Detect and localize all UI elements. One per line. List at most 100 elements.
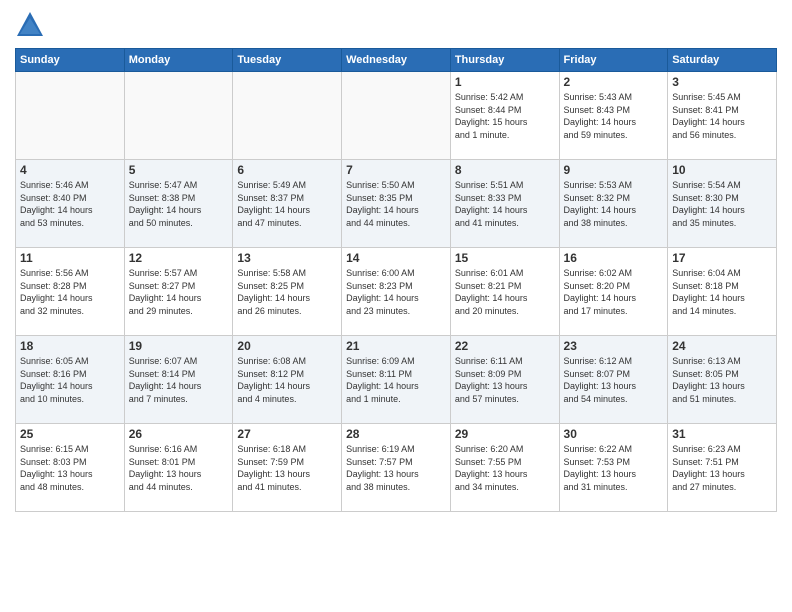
- day-info: Sunrise: 6:08 AM Sunset: 8:12 PM Dayligh…: [237, 355, 337, 405]
- day-number: 10: [672, 163, 772, 177]
- day-number: 29: [455, 427, 555, 441]
- day-number: 16: [564, 251, 664, 265]
- day-info: Sunrise: 6:16 AM Sunset: 8:01 PM Dayligh…: [129, 443, 229, 493]
- day-cell-17: 17 Sunrise: 6:04 AM Sunset: 8:18 PM Dayli…: [668, 248, 777, 336]
- empty-cell: [16, 72, 125, 160]
- day-cell-11: 11 Sunrise: 5:56 AM Sunset: 8:28 PM Dayli…: [16, 248, 125, 336]
- weekday-header-friday: Friday: [559, 49, 668, 72]
- day-cell-15: 15 Sunrise: 6:01 AM Sunset: 8:21 PM Dayli…: [450, 248, 559, 336]
- week-row-1: 1Sunrise: 5:42 AM Sunset: 8:44 PM Daylig…: [16, 72, 777, 160]
- day-info: Sunrise: 5:43 AM Sunset: 8:43 PM Dayligh…: [564, 91, 664, 141]
- day-info: Sunrise: 6:05 AM Sunset: 8:16 PM Dayligh…: [20, 355, 120, 405]
- day-number: 19: [129, 339, 229, 353]
- day-number: 24: [672, 339, 772, 353]
- day-cell-20: 20Sunrise: 6:08 AM Sunset: 8:12 PM Dayli…: [233, 336, 342, 424]
- day-number: 27: [237, 427, 337, 441]
- day-number: 23: [564, 339, 664, 353]
- day-info: Sunrise: 6:15 AM Sunset: 8:03 PM Dayligh…: [20, 443, 120, 493]
- day-cell-26: 26 Sunrise: 6:16 AM Sunset: 8:01 PM Dayli…: [124, 424, 233, 512]
- day-info: Sunrise: 5:47 AM Sunset: 8:38 PM Dayligh…: [129, 179, 229, 229]
- day-info: Sunrise: 6:01 AM Sunset: 8:21 PM Dayligh…: [455, 267, 555, 317]
- week-row-2: 4 Sunrise: 5:46 AM Sunset: 8:40 PM Daylig…: [16, 160, 777, 248]
- day-cell-18: 18 Sunrise: 6:05 AM Sunset: 8:16 PM Dayli…: [16, 336, 125, 424]
- weekday-header-sunday: Sunday: [16, 49, 125, 72]
- day-info: Sunrise: 6:22 AM Sunset: 7:53 PM Dayligh…: [564, 443, 664, 493]
- day-cell-4: 4 Sunrise: 5:46 AM Sunset: 8:40 PM Daylig…: [16, 160, 125, 248]
- day-info: Sunrise: 6:11 AM Sunset: 8:09 PM Dayligh…: [455, 355, 555, 405]
- page: SundayMondayTuesdayWednesdayThursdayFrid…: [0, 0, 792, 612]
- week-row-5: 25 Sunrise: 6:15 AM Sunset: 8:03 PM Dayli…: [16, 424, 777, 512]
- day-cell-9: 9 Sunrise: 5:53 AM Sunset: 8:32 PM Daylig…: [559, 160, 668, 248]
- day-info: Sunrise: 5:50 AM Sunset: 8:35 PM Dayligh…: [346, 179, 446, 229]
- day-number: 31: [672, 427, 772, 441]
- day-info: Sunrise: 5:46 AM Sunset: 8:40 PM Dayligh…: [20, 179, 120, 229]
- weekday-header-wednesday: Wednesday: [342, 49, 451, 72]
- day-number: 14: [346, 251, 446, 265]
- day-info: Sunrise: 6:00 AM Sunset: 8:23 PM Dayligh…: [346, 267, 446, 317]
- day-info: Sunrise: 6:04 AM Sunset: 8:18 PM Dayligh…: [672, 267, 772, 317]
- weekday-header-row: SundayMondayTuesdayWednesdayThursdayFrid…: [16, 49, 777, 72]
- day-number: 4: [20, 163, 120, 177]
- day-info: Sunrise: 5:45 AM Sunset: 8:41 PM Dayligh…: [672, 91, 772, 141]
- day-cell-10: 10 Sunrise: 5:54 AM Sunset: 8:30 PM Dayli…: [668, 160, 777, 248]
- day-cell-25: 25 Sunrise: 6:15 AM Sunset: 8:03 PM Dayli…: [16, 424, 125, 512]
- logo-icon: [15, 10, 45, 40]
- weekday-header-monday: Monday: [124, 49, 233, 72]
- day-number: 21: [346, 339, 446, 353]
- day-number: 13: [237, 251, 337, 265]
- day-cell-2: 2Sunrise: 5:43 AM Sunset: 8:43 PM Daylig…: [559, 72, 668, 160]
- day-cell-5: 5 Sunrise: 5:47 AM Sunset: 8:38 PM Daylig…: [124, 160, 233, 248]
- day-info: Sunrise: 5:57 AM Sunset: 8:27 PM Dayligh…: [129, 267, 229, 317]
- day-info: Sunrise: 5:53 AM Sunset: 8:32 PM Dayligh…: [564, 179, 664, 229]
- empty-cell: [342, 72, 451, 160]
- day-cell-28: 28 Sunrise: 6:19 AM Sunset: 7:57 PM Dayli…: [342, 424, 451, 512]
- weekday-header-saturday: Saturday: [668, 49, 777, 72]
- day-info: Sunrise: 5:42 AM Sunset: 8:44 PM Dayligh…: [455, 91, 555, 141]
- day-cell-12: 12 Sunrise: 5:57 AM Sunset: 8:27 PM Dayli…: [124, 248, 233, 336]
- day-number: 11: [20, 251, 120, 265]
- day-cell-29: 29 Sunrise: 6:20 AM Sunset: 7:55 PM Dayli…: [450, 424, 559, 512]
- day-cell-16: 16Sunrise: 6:02 AM Sunset: 8:20 PM Dayli…: [559, 248, 668, 336]
- day-cell-21: 21Sunrise: 6:09 AM Sunset: 8:11 PM Dayli…: [342, 336, 451, 424]
- calendar-table: SundayMondayTuesdayWednesdayThursdayFrid…: [15, 48, 777, 512]
- day-cell-31: 31 Sunrise: 6:23 AM Sunset: 7:51 PM Dayli…: [668, 424, 777, 512]
- day-number: 26: [129, 427, 229, 441]
- day-number: 9: [564, 163, 664, 177]
- day-number: 18: [20, 339, 120, 353]
- day-info: Sunrise: 6:20 AM Sunset: 7:55 PM Dayligh…: [455, 443, 555, 493]
- header: [15, 10, 777, 40]
- day-number: 3: [672, 75, 772, 89]
- day-info: Sunrise: 6:23 AM Sunset: 7:51 PM Dayligh…: [672, 443, 772, 493]
- day-number: 8: [455, 163, 555, 177]
- day-number: 5: [129, 163, 229, 177]
- day-cell-22: 22 Sunrise: 6:11 AM Sunset: 8:09 PM Dayli…: [450, 336, 559, 424]
- day-cell-1: 1Sunrise: 5:42 AM Sunset: 8:44 PM Daylig…: [450, 72, 559, 160]
- day-info: Sunrise: 6:18 AM Sunset: 7:59 PM Dayligh…: [237, 443, 337, 493]
- day-number: 15: [455, 251, 555, 265]
- day-cell-14: 14 Sunrise: 6:00 AM Sunset: 8:23 PM Dayli…: [342, 248, 451, 336]
- empty-cell: [233, 72, 342, 160]
- day-number: 17: [672, 251, 772, 265]
- day-info: Sunrise: 6:12 AM Sunset: 8:07 PM Dayligh…: [564, 355, 664, 405]
- day-info: Sunrise: 6:13 AM Sunset: 8:05 PM Dayligh…: [672, 355, 772, 405]
- day-number: 22: [455, 339, 555, 353]
- logo: [15, 10, 49, 40]
- day-cell-8: 8Sunrise: 5:51 AM Sunset: 8:33 PM Daylig…: [450, 160, 559, 248]
- day-number: 25: [20, 427, 120, 441]
- day-cell-19: 19Sunrise: 6:07 AM Sunset: 8:14 PM Dayli…: [124, 336, 233, 424]
- day-cell-6: 6Sunrise: 5:49 AM Sunset: 8:37 PM Daylig…: [233, 160, 342, 248]
- day-info: Sunrise: 6:19 AM Sunset: 7:57 PM Dayligh…: [346, 443, 446, 493]
- day-cell-27: 27 Sunrise: 6:18 AM Sunset: 7:59 PM Dayli…: [233, 424, 342, 512]
- day-cell-3: 3 Sunrise: 5:45 AM Sunset: 8:41 PM Daylig…: [668, 72, 777, 160]
- day-info: Sunrise: 5:58 AM Sunset: 8:25 PM Dayligh…: [237, 267, 337, 317]
- day-cell-23: 23 Sunrise: 6:12 AM Sunset: 8:07 PM Dayli…: [559, 336, 668, 424]
- weekday-header-tuesday: Tuesday: [233, 49, 342, 72]
- day-number: 28: [346, 427, 446, 441]
- day-info: Sunrise: 5:54 AM Sunset: 8:30 PM Dayligh…: [672, 179, 772, 229]
- day-number: 7: [346, 163, 446, 177]
- day-number: 30: [564, 427, 664, 441]
- day-number: 12: [129, 251, 229, 265]
- day-info: Sunrise: 5:56 AM Sunset: 8:28 PM Dayligh…: [20, 267, 120, 317]
- day-cell-30: 30 Sunrise: 6:22 AM Sunset: 7:53 PM Dayli…: [559, 424, 668, 512]
- day-info: Sunrise: 5:49 AM Sunset: 8:37 PM Dayligh…: [237, 179, 337, 229]
